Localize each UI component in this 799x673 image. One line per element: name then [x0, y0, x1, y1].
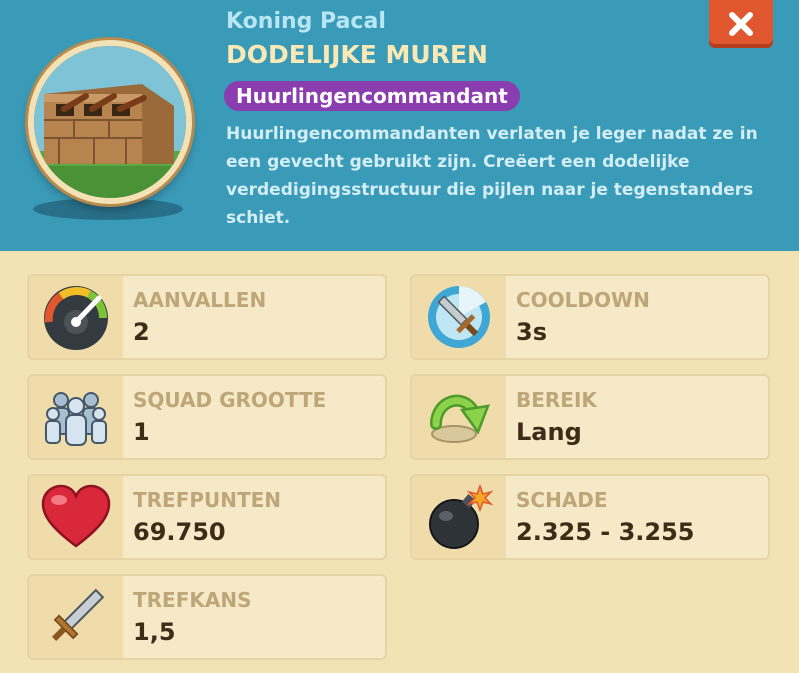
stat-label: COOLDOWN [516, 288, 650, 312]
hero-name: Koning Pacal [226, 9, 386, 34]
stat-card-cooldown: COOLDOWN 3s [410, 274, 770, 360]
stat-label: AANVALLEN [133, 288, 267, 312]
deadly-walls-icon [28, 40, 192, 204]
stat-card-range: BEREIK Lang [410, 374, 770, 460]
stat-card-damage: SCHADE 2.325 - 3.255 [410, 474, 770, 560]
stat-card-hitpoints: TREFPUNTEN 69.750 [27, 474, 387, 560]
stat-value: 3s [516, 318, 547, 346]
close-icon [729, 12, 753, 36]
stat-value: Lang [516, 418, 582, 446]
stat-card-attacks: AANVALLEN 2 [27, 274, 387, 360]
ability-description: Huurlingencommandanten verlaten je leger… [226, 124, 758, 228]
stat-icon-box [29, 576, 123, 658]
speedometer-icon [44, 286, 108, 350]
stat-value: 69.750 [133, 518, 226, 546]
stat-label: BEREIK [516, 388, 597, 412]
stat-card-hit-rate: TREFKANS 1,5 [27, 574, 387, 660]
stat-value: 2 [133, 318, 150, 346]
close-button[interactable] [709, 0, 773, 48]
range-arrow-icon [430, 394, 490, 443]
stat-icon-box [29, 276, 123, 358]
stat-label: TREFPUNTEN [133, 488, 282, 512]
stat-icon-box [29, 376, 123, 458]
sword-icon [51, 588, 105, 642]
stat-icon-box [412, 376, 506, 458]
mercenary-commander-badge: Huurlingencommandant [224, 81, 520, 111]
stat-icon-box [412, 276, 506, 358]
squad-icon [45, 392, 107, 446]
stat-value: 1,5 [133, 618, 176, 646]
stat-value: 2.325 - 3.255 [516, 518, 695, 546]
bomb-icon [429, 483, 494, 549]
heart-icon [41, 484, 111, 548]
cooldown-sword-icon [428, 286, 490, 348]
stat-label: SCHADE [516, 488, 608, 512]
stat-card-squad-size: SQUAD GROOTTE 1 [27, 374, 387, 460]
stat-icon-box [29, 476, 123, 558]
stat-label: TREFKANS [133, 588, 252, 612]
stat-icon-box [412, 476, 506, 558]
stat-label: SQUAD GROOTTE [133, 388, 327, 412]
ability-title: DODELIJKE MUREN [226, 40, 488, 69]
stat-value: 1 [133, 418, 150, 446]
header-panel: Koning Pacal DODELIJKE MUREN Huurlingenc… [0, 0, 799, 251]
